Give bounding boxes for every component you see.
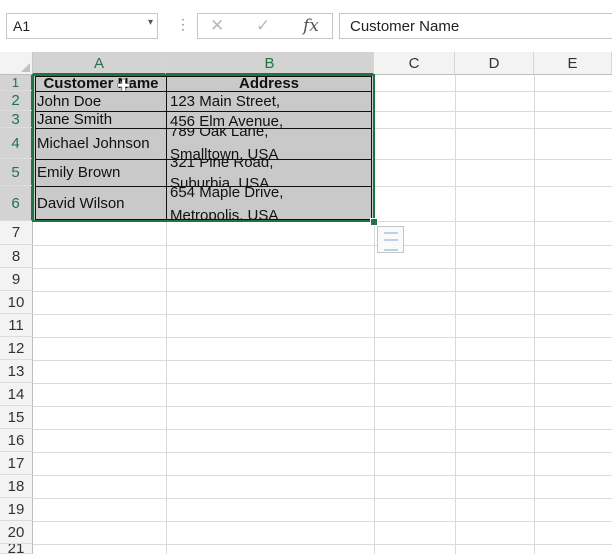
row-header-21[interactable]: 21 xyxy=(0,544,33,554)
grid-line xyxy=(33,429,612,430)
formula-bar-value: Customer Name xyxy=(350,18,460,35)
insert-function-icon[interactable]: fx xyxy=(303,16,319,36)
grid-line xyxy=(33,544,612,545)
row-header-8[interactable]: 8 xyxy=(0,245,33,268)
select-all-button[interactable] xyxy=(0,52,33,75)
grid-line xyxy=(33,383,612,384)
row-header-7[interactable]: 7 xyxy=(0,221,33,245)
column-header-c[interactable]: C xyxy=(374,52,455,75)
chevron-down-icon[interactable]: ▾ xyxy=(148,17,153,28)
row-header-3[interactable]: 3 xyxy=(0,111,33,128)
select-all-triangle-icon xyxy=(21,63,30,72)
grid-line xyxy=(33,521,612,522)
grid-line xyxy=(33,314,612,315)
row-header-2[interactable]: 2 xyxy=(0,91,33,111)
column-header-a[interactable]: A xyxy=(33,52,166,75)
formula-bar[interactable]: Customer Name xyxy=(339,13,612,39)
row-header-17[interactable]: 17 xyxy=(0,452,33,475)
name-box-value: A1 xyxy=(13,18,31,34)
quick-analysis-icon xyxy=(384,232,398,251)
selection-border xyxy=(32,74,375,222)
grid-line xyxy=(33,245,612,246)
row-header-13[interactable]: 13 xyxy=(0,360,33,383)
row-header-11[interactable]: 11 xyxy=(0,314,33,337)
row-header-16[interactable]: 16 xyxy=(0,429,33,452)
formula-toolbar: A1 ▾ ⋮ ✕ ✓ fx Customer Name xyxy=(0,0,612,53)
grid-line xyxy=(33,268,612,269)
grid-line xyxy=(33,337,612,338)
row-header-10[interactable]: 10 xyxy=(0,291,33,314)
row-header-18[interactable]: 18 xyxy=(0,475,33,498)
grid-line xyxy=(33,475,612,476)
grid-line xyxy=(33,498,612,499)
column-header-b[interactable]: B xyxy=(166,52,374,75)
row-header-14[interactable]: 14 xyxy=(0,383,33,406)
grid-line xyxy=(33,406,612,407)
row-header-5[interactable]: 5 xyxy=(0,159,33,186)
row-header-12[interactable]: 12 xyxy=(0,337,33,360)
quick-analysis-button[interactable] xyxy=(377,226,404,253)
row-header-9[interactable]: 9 xyxy=(0,268,33,291)
row-header-20[interactable]: 20 xyxy=(0,521,33,544)
formula-buttons: ✕ ✓ fx xyxy=(197,13,333,39)
row-header-4[interactable]: 4 xyxy=(0,128,33,159)
grid-line xyxy=(33,360,612,361)
grid-line xyxy=(33,452,612,453)
row-header-1[interactable]: 1 xyxy=(0,75,33,91)
column-header-d[interactable]: D xyxy=(455,52,534,75)
row-header-19[interactable]: 19 xyxy=(0,498,33,521)
fill-handle[interactable] xyxy=(370,218,378,226)
column-header-e[interactable]: E xyxy=(534,52,612,75)
cancel-icon[interactable]: ✕ xyxy=(210,16,224,36)
row-header-6[interactable]: 6 xyxy=(0,186,33,221)
name-box[interactable]: A1 ▾ xyxy=(6,13,158,39)
toolbar-separator-icon: ⋮ xyxy=(176,16,190,32)
cell-select-cursor-icon: ✚ xyxy=(117,78,131,95)
row-header-15[interactable]: 15 xyxy=(0,406,33,429)
grid-line xyxy=(33,291,612,292)
enter-check-icon[interactable]: ✓ xyxy=(256,16,270,36)
